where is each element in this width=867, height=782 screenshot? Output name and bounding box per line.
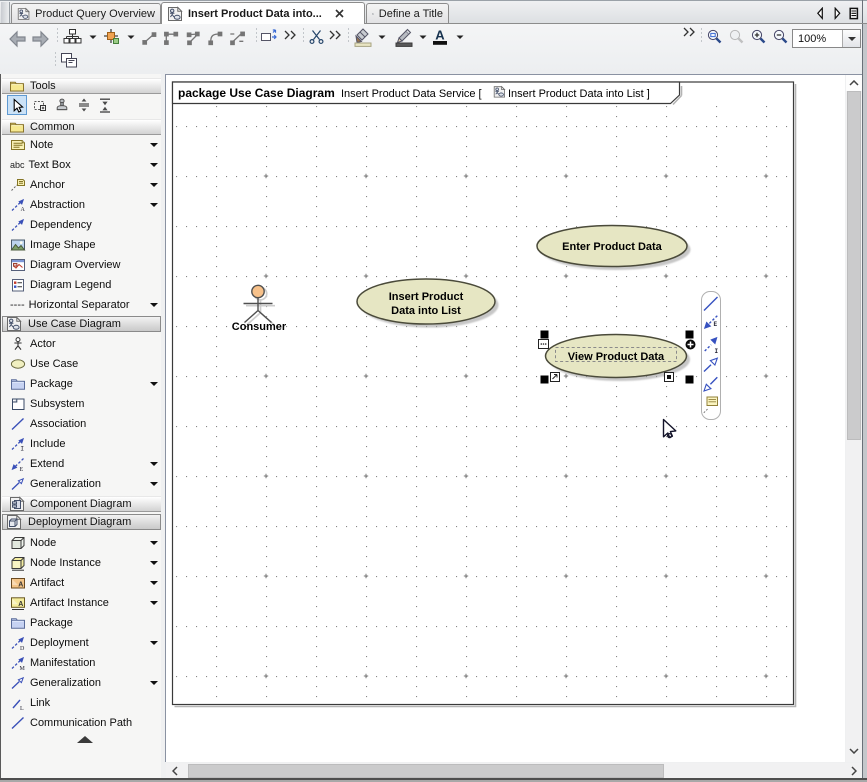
svg-text:Insert Product: Insert Product xyxy=(389,291,464,303)
svg-text:M: M xyxy=(20,666,26,671)
svg-text:D: D xyxy=(20,646,25,651)
svg-text:I: I xyxy=(715,348,719,355)
svg-text:Data into List: Data into List xyxy=(391,305,461,317)
svg-text:Insert Product Data into List: Insert Product Data into List ] xyxy=(508,88,650,100)
svg-text:E: E xyxy=(714,321,718,328)
svg-text:package Use Case Diagram: package Use Case Diagram xyxy=(178,86,335,100)
svg-text:Insert Product Data Service [: Insert Product Data Service [ xyxy=(341,88,482,100)
svg-text:A: A xyxy=(21,207,26,213)
svg-text:A: A xyxy=(435,28,445,43)
svg-text:Consumer: Consumer xyxy=(232,321,287,333)
svg-text:L: L xyxy=(20,706,24,711)
svg-text:I: I xyxy=(20,446,24,453)
svg-text:Enter Product Data: Enter Product Data xyxy=(562,241,663,253)
svg-text:E: E xyxy=(20,467,24,472)
